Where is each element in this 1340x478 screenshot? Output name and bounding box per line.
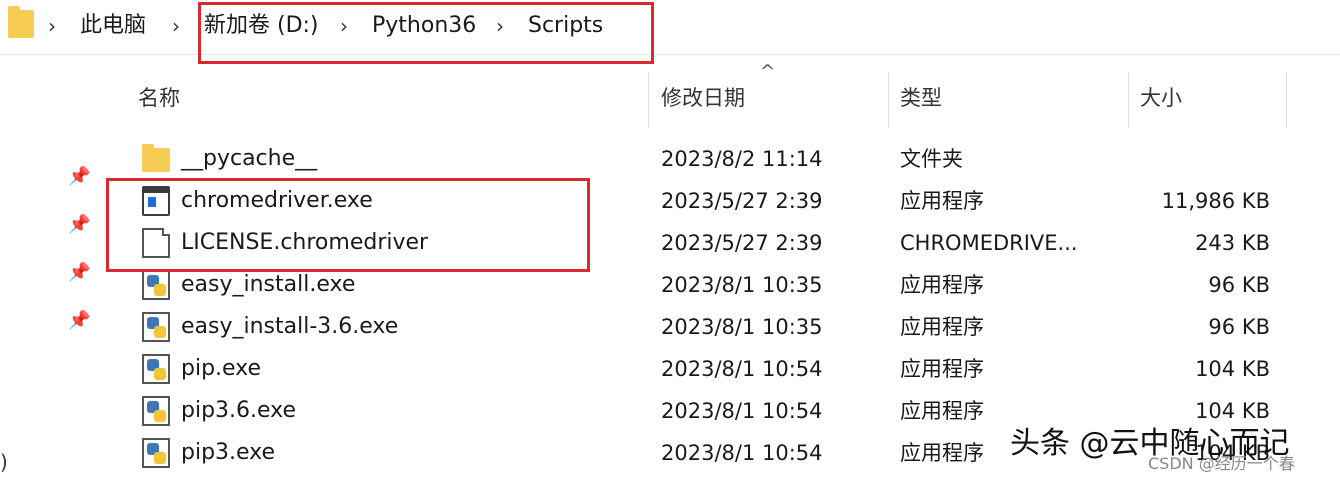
column-header-bar: 名称 修改日期 类型 大小 (0, 72, 1340, 128)
file-date: 2023/8/1 10:54 (661, 399, 823, 423)
file-size: 96 KB (1208, 315, 1270, 339)
file-name: chromedriver.exe (181, 188, 373, 213)
breadcrumb-this-pc[interactable]: 此电脑 (80, 12, 146, 40)
file-name: __pycache__ (181, 146, 318, 171)
python-icon (142, 354, 170, 384)
column-header-date[interactable]: 修改日期 (661, 84, 745, 112)
file-name: LICENSE.chromedriver (181, 230, 429, 255)
file-row[interactable]: easy_install-3.6.exe 2023/8/1 10:35 应用程序… (0, 306, 1340, 348)
file-size: 11,986 KB (1161, 189, 1270, 213)
file-type: 应用程序 (900, 441, 984, 465)
file-date: 2023/5/27 2:39 (661, 231, 823, 255)
column-divider[interactable] (888, 72, 889, 128)
chevron-right-icon[interactable]: › (48, 12, 56, 40)
python-icon (142, 438, 170, 468)
file-type: 应用程序 (900, 273, 984, 297)
file-date: 2023/5/27 2:39 (661, 189, 823, 213)
folder-icon (8, 6, 34, 38)
breadcrumb-scripts[interactable]: Scripts (528, 12, 603, 40)
file-row[interactable]: chromedriver.exe 2023/5/27 2:39 应用程序 11,… (0, 180, 1340, 222)
file-type: 应用程序 (900, 189, 984, 213)
file-size: 104 KB (1195, 357, 1270, 381)
file-name: pip3.exe (181, 440, 276, 465)
file-date: 2023/8/1 10:54 (661, 357, 823, 381)
column-divider[interactable] (1286, 72, 1287, 128)
edge-glyph: ) (0, 450, 8, 474)
file-type: 应用程序 (900, 357, 984, 381)
breadcrumb-drive-d[interactable]: 新加卷 (D:) (204, 12, 319, 40)
column-header-type[interactable]: 类型 (900, 84, 942, 112)
sort-ascending-icon: ^ (760, 61, 776, 82)
python-icon (142, 312, 170, 342)
column-header-name[interactable]: 名称 (138, 84, 180, 112)
file-type: CHROMEDRIVE... (900, 231, 1078, 255)
file-icon (142, 228, 170, 258)
file-size: 243 KB (1195, 231, 1270, 255)
exe-icon (142, 186, 170, 216)
file-date: 2023/8/1 10:35 (661, 273, 823, 297)
file-type: 应用程序 (900, 399, 984, 423)
file-type: 文件夹 (900, 147, 963, 171)
breadcrumb-python36[interactable]: Python36 (372, 12, 476, 40)
column-header-size[interactable]: 大小 (1140, 84, 1182, 112)
file-row[interactable]: __pycache__ 2023/8/2 11:14 文件夹 (0, 138, 1340, 180)
file-size: 96 KB (1208, 273, 1270, 297)
chevron-right-icon[interactable]: › (172, 12, 180, 40)
file-date: 2023/8/1 10:35 (661, 315, 823, 339)
file-name: easy_install.exe (181, 272, 356, 297)
file-name: pip.exe (181, 356, 262, 381)
column-divider[interactable] (648, 72, 649, 128)
file-row[interactable]: easy_install.exe 2023/8/1 10:35 应用程序 96 … (0, 264, 1340, 306)
file-name: pip3.6.exe (181, 398, 297, 423)
file-row[interactable]: pip.exe 2023/8/1 10:54 应用程序 104 KB (0, 348, 1340, 390)
folder-icon (142, 144, 170, 172)
chevron-right-icon[interactable]: › (340, 12, 348, 40)
file-name: easy_install-3.6.exe (181, 314, 399, 339)
chevron-right-icon[interactable]: › (496, 12, 504, 40)
python-icon (142, 270, 170, 300)
file-row[interactable]: LICENSE.chromedriver 2023/5/27 2:39 CHRO… (0, 222, 1340, 264)
python-icon (142, 396, 170, 426)
address-bar[interactable]: › 此电脑 › 新加卷 (D:) › Python36 › Scripts (0, 0, 1340, 55)
file-type: 应用程序 (900, 315, 984, 339)
column-divider[interactable] (1128, 72, 1129, 128)
watermark-small: CSDN @经历一个春 (1148, 454, 1295, 473)
file-date: 2023/8/2 11:14 (661, 147, 823, 171)
file-size: 104 KB (1195, 399, 1270, 423)
file-date: 2023/8/1 10:54 (661, 441, 823, 465)
